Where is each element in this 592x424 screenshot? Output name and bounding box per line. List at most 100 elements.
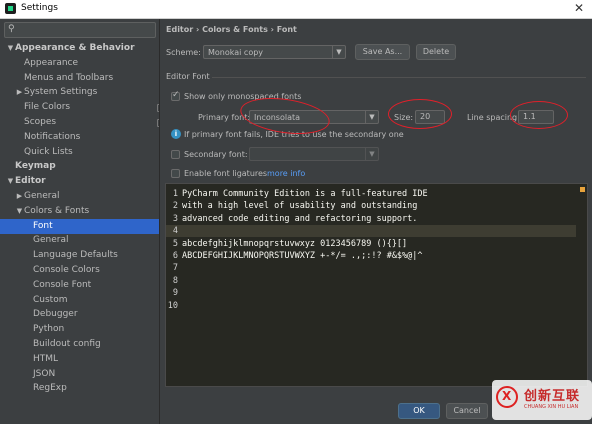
search-input[interactable]: ⚲: [4, 22, 156, 38]
sidebar-item-label: Quick Lists: [24, 146, 73, 157]
sidebar-item-label: General: [24, 191, 60, 201]
sidebar-item-label: Appearance: [24, 57, 79, 68]
chevron-down-icon: ▼: [365, 111, 378, 123]
sidebar-item[interactable]: Language Defaults: [0, 248, 159, 263]
save-as-button[interactable]: Save As...: [355, 44, 410, 60]
preview-line: 8: [166, 275, 576, 287]
watermark-subtitle: CHUANG XIN HU LIAN: [524, 404, 579, 410]
sidebar-item[interactable]: Menus and Toolbars: [0, 71, 159, 86]
pycharm-app-icon: [5, 3, 16, 14]
preview-line: 6 ABCDEFGHIJKLMNOPQRSTUVWXYZ +-*/= .,;:!?…: [166, 250, 576, 262]
cancel-button[interactable]: Cancel: [446, 403, 488, 419]
sidebar-item[interactable]: JSON: [0, 367, 159, 382]
collapse-arrow-icon: ▶: [16, 88, 23, 97]
sidebar-item[interactable]: General: [0, 233, 159, 248]
sidebar-item-label: Appearance & Behavior: [15, 43, 135, 53]
settings-sidebar: ⚲ ▼ Appearance & Behavior Appearance Menus …: [0, 19, 160, 424]
sidebar-item[interactable]: File Colors: [0, 100, 159, 115]
preview-line: 7: [166, 262, 576, 274]
sidebar-item-label: File Colors: [24, 102, 71, 113]
sidebar-item[interactable]: Scopes: [0, 115, 159, 130]
sidebar-item[interactable]: Appearance: [0, 56, 159, 71]
sidebar-item-label: HTML: [33, 353, 59, 364]
sidebar-item-label: Custom: [33, 294, 68, 305]
sidebar-item-label: Notifications: [24, 131, 81, 142]
line-number: 10: [167, 300, 178, 311]
sidebar-item-label: Menus and Toolbars: [24, 72, 114, 83]
watermark: 创新互联 CHUANG XIN HU LIAN: [492, 380, 592, 420]
sidebar-item-label: RegExp: [33, 383, 67, 394]
scheme-select[interactable]: Monokai copy ▼: [203, 45, 346, 59]
secondary-font-checkbox[interactable]: [171, 150, 180, 159]
sidebar-item-label: System Settings: [24, 87, 98, 98]
preview-text: abcdefghijklmnopqrstuvwxyz 0123456789 ()…: [182, 238, 408, 249]
line-number: 1: [172, 189, 178, 199]
line-number: 6: [172, 251, 178, 261]
sidebar-item[interactable]: ▶ System Settings: [0, 85, 159, 100]
secondary-font-label: Secondary font:: [184, 150, 248, 159]
window-title: Settings: [21, 3, 58, 13]
expand-arrow-icon: ▼: [7, 177, 14, 186]
sidebar-item[interactable]: Console Font: [0, 278, 159, 293]
preview-line: 5 abcdefghijklmnopqrstuvwxyz 0123456789 (…: [166, 238, 576, 250]
sidebar-item-label: Font: [33, 220, 53, 231]
window-titlebar: Settings ✕: [0, 0, 592, 19]
sidebar-item[interactable]: Python: [0, 322, 159, 337]
sidebar-item-label: Colors & Fonts: [24, 205, 90, 216]
line-number: 7: [172, 263, 178, 274]
sidebar-item-label: Buildout config: [33, 339, 101, 349]
sidebar-item[interactable]: Debugger: [0, 307, 159, 322]
sidebar-item[interactable]: Quick Lists: [0, 145, 159, 160]
sidebar-item-label: General: [33, 235, 69, 246]
chevron-down-icon: ▼: [332, 46, 345, 58]
sidebar-item-label: Language Defaults: [33, 250, 118, 261]
sidebar-item[interactable]: ▼ Colors & Fonts: [0, 204, 159, 219]
delete-button[interactable]: Delete: [416, 44, 456, 60]
expand-arrow-icon: ▼: [7, 44, 14, 52]
preview-line: 4: [166, 225, 576, 238]
sidebar-item[interactable]: Custom: [0, 293, 159, 308]
chevron-down-icon: ▼: [365, 148, 378, 160]
sidebar-item[interactable]: ▼ Appearance & Behavior: [0, 41, 159, 56]
preview-line: 1 PyCharm Community Edition is a full-fea…: [166, 188, 576, 200]
preview-text: PyCharm Community Edition is a full-feat…: [182, 189, 428, 199]
font-preview[interactable]: 1 PyCharm Community Edition is a full-fea…: [165, 183, 588, 387]
sidebar-item[interactable]: Notifications: [0, 130, 159, 145]
sidebar-item-label: Console Colors: [33, 265, 100, 275]
sidebar-item-label: Debugger: [33, 309, 78, 320]
section-divider: [212, 77, 586, 78]
monospaced-checkbox[interactable]: [171, 90, 180, 101]
sidebar-item-label: Console Font: [33, 279, 92, 290]
editor-font-title: Editor Font: [166, 72, 210, 81]
collapse-arrow-icon: ▶: [16, 192, 23, 200]
annotation-ellipse-line-spacing: [510, 101, 568, 129]
preview-line: 3 advanced code editing and refactoring s…: [166, 213, 576, 225]
more-info-link[interactable]: more info: [267, 169, 305, 178]
line-number: 8: [172, 275, 178, 286]
close-icon[interactable]: ✕: [574, 1, 584, 15]
sidebar-item[interactable]: Buildout config: [0, 337, 159, 352]
breadcrumb: Editor › Colors & Fonts › Font: [166, 25, 297, 34]
line-number: 4: [172, 226, 178, 237]
sidebar-item-label: Keymap: [15, 161, 56, 172]
scheme-value: Monokai copy: [208, 48, 264, 57]
sidebar-item[interactable]: ▼ Editor: [0, 174, 159, 189]
ligatures-checkbox[interactable]: [171, 169, 180, 178]
brand-logo-icon: [496, 386, 518, 408]
scheme-label: Scheme:: [166, 48, 201, 57]
line-number: 2: [172, 201, 178, 212]
sidebar-item[interactable]: Console Colors: [0, 263, 159, 278]
secondary-font-select[interactable]: ▼: [249, 147, 379, 161]
line-number: 3: [172, 213, 178, 224]
preview-line: 10: [166, 300, 576, 312]
line-number: 9: [172, 288, 178, 299]
sidebar-item[interactable]: ▶ General: [0, 189, 159, 204]
sidebar-item[interactable]: Keymap: [0, 159, 159, 174]
sidebar-item[interactable]: RegExp: [0, 381, 159, 396]
search-icon: ⚲: [8, 24, 15, 34]
sidebar-item[interactable]: HTML: [0, 352, 159, 367]
ligatures-label: Enable font ligatures: [184, 169, 268, 178]
sidebar-item[interactable]: Font: [0, 218, 159, 234]
preview-line: 9: [166, 287, 576, 299]
ok-button[interactable]: OK: [398, 403, 440, 419]
